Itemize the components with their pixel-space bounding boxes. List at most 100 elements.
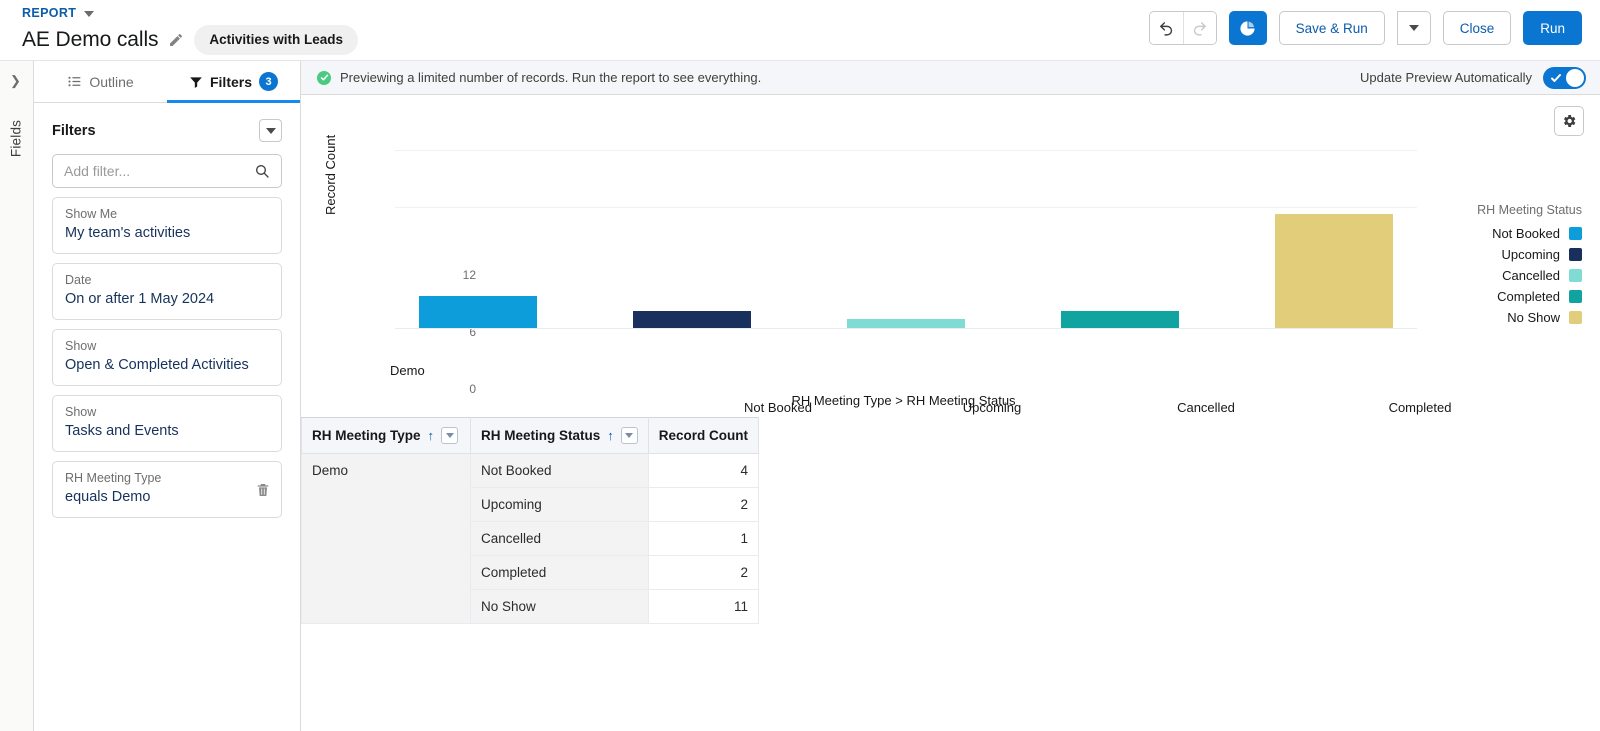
chevron-down-icon — [84, 11, 95, 17]
preview-status-message-group: Previewing a limited number of records. … — [317, 70, 761, 85]
update-preview-toggle[interactable] — [1543, 66, 1586, 89]
add-filter-field[interactable] — [52, 154, 282, 188]
column-menu-button[interactable] — [441, 427, 459, 444]
save-menu-button[interactable] — [1396, 11, 1431, 45]
chart-bar[interactable] — [1275, 214, 1393, 328]
cell-record-count: 2 — [647, 487, 760, 522]
report-type-pill[interactable]: Activities with Leads — [194, 25, 358, 55]
save-and-run-button[interactable]: Save & Run — [1278, 11, 1385, 45]
update-preview-label: Update Preview Automatically — [1360, 70, 1532, 85]
chart-y-axis-label: Record Count — [323, 134, 338, 215]
column-header-label: RH Meeting Status — [481, 428, 601, 443]
legend-label: No Show — [1507, 310, 1560, 325]
legend-item[interactable]: Completed — [1477, 289, 1582, 304]
chart-plot-area — [395, 150, 1417, 329]
header-title-block: REPORT AE Demo calls Activities with Lea… — [22, 6, 358, 55]
chart-gridline — [395, 150, 1417, 151]
column-menu-button[interactable] — [620, 427, 638, 444]
sort-ascending-icon[interactable]: ↑ — [607, 428, 614, 443]
header-toolbar: Save & Run Save Close Run — [1148, 11, 1600, 731]
tab-filters-label: Filters — [209, 73, 252, 90]
filter-card[interactable]: RH Meeting Type equals Demo — [52, 461, 282, 518]
legend-swatch — [1569, 227, 1582, 240]
filter-label: Show — [65, 339, 97, 353]
tab-filters[interactable]: Filters 3 — [167, 61, 300, 103]
column-header-meeting-status[interactable]: RH Meeting Status ↑ — [470, 417, 649, 454]
filter-card[interactable]: Date On or after 1 May 2024 — [52, 263, 282, 320]
chart-group-label: Demo — [390, 363, 425, 378]
column-header-record-count[interactable]: Record Count — [647, 417, 760, 454]
page-title: AE Demo calls — [22, 28, 159, 51]
search-icon — [256, 165, 269, 178]
undo-redo-group — [1148, 11, 1217, 45]
filter-card[interactable]: Show Open & Completed Activities — [52, 329, 282, 386]
legend-item[interactable]: No Show — [1477, 310, 1582, 325]
report-type-breadcrumb[interactable]: REPORT — [22, 6, 358, 20]
legend-item[interactable]: Cancelled — [1477, 268, 1582, 283]
legend-label: Completed — [1497, 289, 1560, 304]
filters-section-title: Filters — [52, 122, 96, 139]
funnel-icon — [190, 76, 202, 88]
panel-tabs: Outline Filters 3 — [34, 61, 300, 103]
report-table-wrapper: RH Meeting Type ↑ RH Meeting Status ↑ Re… — [301, 417, 1600, 624]
legend-label: Cancelled — [1502, 268, 1560, 283]
gear-icon[interactable] — [1554, 106, 1584, 136]
cell-record-count: 2 — [647, 555, 760, 590]
legend-item[interactable]: Not Booked — [1477, 226, 1582, 241]
close-button[interactable]: Close — [1442, 11, 1512, 45]
filters-section-header: Filters — [34, 103, 300, 152]
cell-meeting-status: No Show — [470, 589, 649, 624]
cell-meeting-status: Completed — [470, 555, 649, 590]
chart-container: Record Count 12 6 0 Not Booked Upcoming … — [301, 95, 1600, 417]
legend-title: RH Meeting Status — [1477, 203, 1582, 217]
chevron-down-icon — [1408, 25, 1419, 31]
filter-card[interactable]: Show Me My team's activities — [52, 197, 282, 254]
cell-record-count: 11 — [647, 589, 760, 624]
sort-ascending-icon[interactable]: ↑ — [428, 428, 435, 443]
filters-panel: Outline Filters 3 Filters Show Me — [34, 61, 301, 731]
fields-panel-collapsed[interactable]: ❯ Fields — [0, 61, 34, 731]
toggle-knob — [1566, 68, 1584, 87]
chevron-down-icon — [265, 127, 276, 134]
chart-bar[interactable] — [1061, 311, 1179, 328]
chart-bar[interactable] — [633, 311, 751, 328]
chart-x-axis-title: RH Meeting Type > RH Meeting Status — [791, 393, 1016, 408]
filter-label: Date — [65, 273, 92, 287]
chevron-right-icon[interactable]: ❯ — [10, 73, 21, 89]
filter-label: RH Meeting Type — [65, 471, 162, 485]
legend-swatch — [1569, 290, 1582, 303]
column-header-meeting-type[interactable]: RH Meeting Type ↑ — [301, 417, 471, 454]
report-builder-page: REPORT AE Demo calls Activities with Lea… — [0, 0, 1600, 731]
filters-section-menu-button[interactable] — [259, 119, 282, 142]
pencil-icon[interactable] — [168, 32, 184, 48]
filter-card[interactable]: Show Tasks and Events — [52, 395, 282, 452]
legend-swatch — [1569, 311, 1582, 324]
run-button[interactable]: Run — [1523, 11, 1582, 45]
table-row[interactable]: Demo Not Booked 4 — [301, 453, 760, 624]
filter-value: My team's activities — [65, 225, 191, 241]
delete-filter-icon[interactable] — [255, 482, 271, 498]
chart-gridline — [395, 207, 1417, 208]
table-header-row: RH Meeting Type ↑ RH Meeting Status ↑ Re… — [301, 417, 760, 454]
fields-panel-label: Fields — [8, 119, 24, 158]
filter-label: Show — [65, 405, 97, 419]
chart-toggle-button[interactable] — [1228, 11, 1267, 45]
cell-meeting-type: Demo — [301, 453, 471, 624]
report-kicker-label: REPORT — [22, 6, 77, 20]
column-header-label: Record Count — [658, 428, 749, 443]
tab-outline-label: Outline — [89, 73, 134, 90]
filter-value: On or after 1 May 2024 — [65, 291, 215, 307]
chart-bar[interactable] — [847, 319, 965, 328]
check-icon — [1551, 73, 1561, 82]
filter-label: Show Me — [65, 207, 118, 221]
cell-record-count: 4 — [647, 453, 760, 488]
legend-item[interactable]: Upcoming — [1477, 247, 1582, 262]
undo-icon[interactable] — [1149, 12, 1183, 44]
preview-status-bar: Previewing a limited number of records. … — [301, 61, 1600, 95]
chart-bar[interactable] — [419, 296, 537, 328]
update-preview-group: Update Preview Automatically — [1360, 66, 1586, 89]
filter-value: Open & Completed Activities — [65, 357, 249, 373]
report-preview-area: Previewing a limited number of records. … — [301, 61, 1600, 731]
tab-outline[interactable]: Outline — [34, 61, 167, 102]
add-filter-input[interactable] — [64, 163, 254, 179]
